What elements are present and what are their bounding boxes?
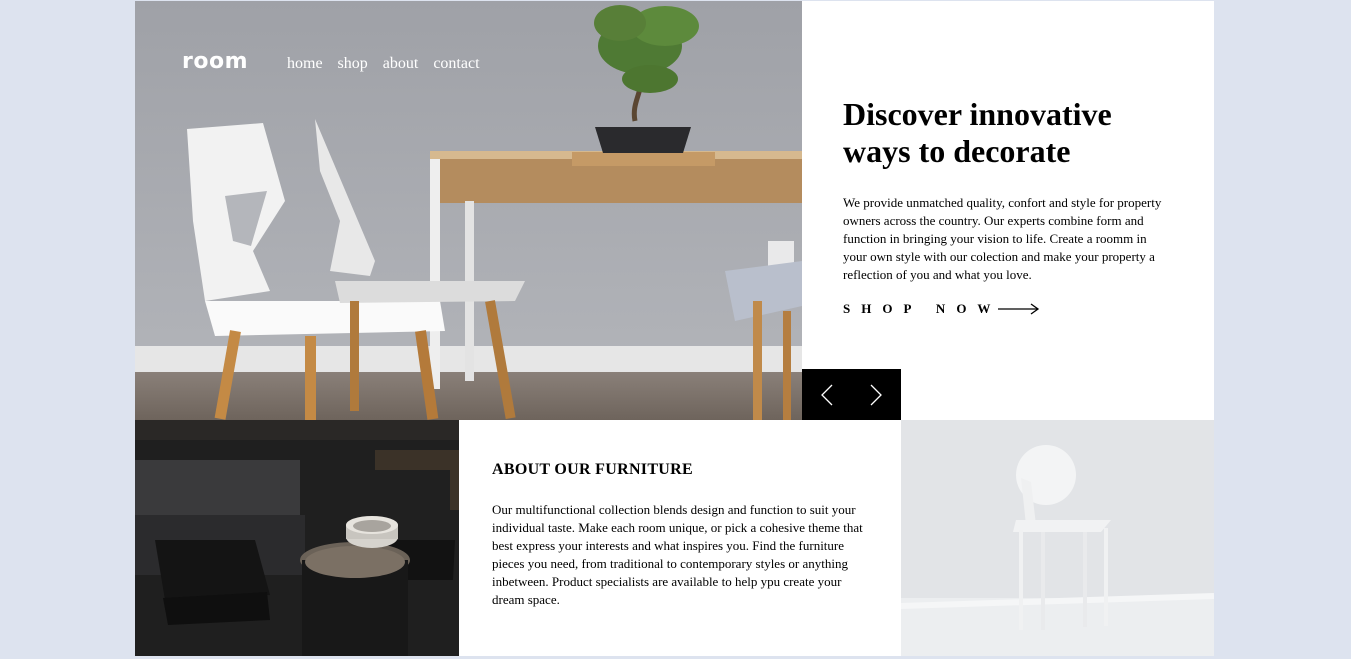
nav-home-link[interactable]: home bbox=[287, 55, 323, 73]
about-section: ABOUT OUR FURNITURE Our multifunctional … bbox=[492, 461, 872, 609]
dark-room-image bbox=[135, 420, 459, 656]
slider-next-button[interactable] bbox=[852, 369, 902, 420]
chevron-left-icon bbox=[820, 384, 833, 405]
light-chair-illustration bbox=[901, 420, 1214, 656]
slider-controls bbox=[802, 369, 901, 420]
hero-description: We provide unmatched quality, confort an… bbox=[843, 195, 1162, 282]
slider-prev-button[interactable] bbox=[802, 369, 852, 420]
shop-now-button[interactable]: SHOP NOW bbox=[843, 301, 1183, 317]
about-title: ABOUT OUR FURNITURE bbox=[492, 461, 693, 478]
hero-title: Discover innovative ways to decorate bbox=[843, 96, 1112, 169]
shop-now-label: SHOP NOW bbox=[843, 301, 1002, 316]
light-chair-image bbox=[901, 420, 1214, 656]
nav-shop-link[interactable]: shop bbox=[338, 55, 368, 73]
nav-about-link[interactable]: about bbox=[383, 55, 419, 73]
nav-contact-link[interactable]: contact bbox=[433, 55, 479, 73]
hero-text-panel: Discover innovative ways to decorate We … bbox=[843, 96, 1183, 317]
main-nav: home shop about contact bbox=[287, 55, 480, 73]
about-description: Our multifunctional collection blends de… bbox=[492, 502, 863, 607]
page-container: room home shop about contact Discover in… bbox=[135, 1, 1214, 656]
logo[interactable]: room bbox=[182, 49, 248, 74]
dark-room-illustration bbox=[135, 420, 459, 656]
arrow-right-icon bbox=[998, 303, 1040, 315]
hero-image: room home shop about contact bbox=[135, 1, 802, 420]
chevron-right-icon bbox=[870, 384, 883, 405]
